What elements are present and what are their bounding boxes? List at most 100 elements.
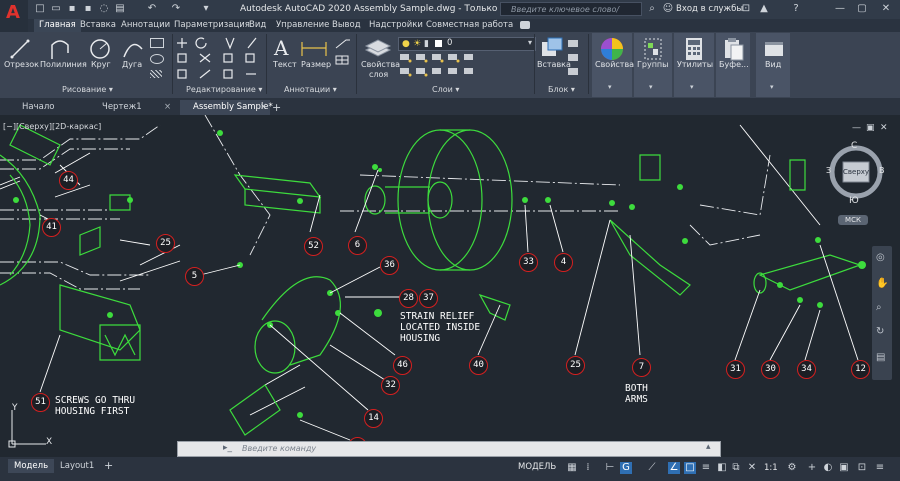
view-button[interactable]: Вид ▾ [756,33,790,97]
undo-icon[interactable]: ↶ [146,3,158,15]
open-file-icon[interactable]: ▭ [50,3,62,15]
autodesk-icon[interactable]: ▲ [758,3,770,15]
save-icon[interactable]: ▪ [66,3,78,15]
tab-drawing1[interactable]: Чертеж1 × [102,100,172,115]
selection-cycling-icon[interactable]: ⧉ [730,462,742,474]
close-icon[interactable]: × [260,100,267,115]
viewcube-north[interactable]: С [851,141,857,151]
model-tab[interactable]: Модель [8,459,55,473]
properties-button[interactable]: Свойства ▾ [592,33,634,97]
clipboard-button[interactable]: Буфе... [716,33,750,97]
minimize-icon[interactable]: — [834,3,846,15]
snap-icon[interactable]: ⁞ [582,462,594,474]
polar-tracking-icon[interactable]: G [620,462,632,474]
orbit-icon[interactable]: ↻ [876,326,884,337]
close-icon[interactable]: × [164,100,171,115]
isodraft-icon[interactable]: ⟋ [646,462,658,474]
annotate-panel-title[interactable]: Аннотации ▾ [284,85,337,94]
tab-addins[interactable]: Надстройки [369,20,423,30]
circle-button[interactable]: Круг [91,60,111,69]
steering-wheel-icon[interactable]: ◎ [876,252,885,263]
maximize-icon[interactable]: ▢ [856,3,868,15]
customize-icon[interactable]: ▾ [200,3,212,15]
help-icon[interactable]: ? [790,3,802,15]
viewport-controls[interactable]: [−][Сверху][2D-каркас] [3,122,101,131]
toggle-ribbon-icon[interactable] [520,21,530,29]
tab-annotate[interactable]: Аннотации [121,20,170,30]
modify-panel-title[interactable]: Редактирование ▾ [186,85,262,94]
text-icon[interactable]: A [274,36,288,60]
layer-properties-button[interactable]: Свойства [361,60,400,69]
ortho-icon[interactable]: ⊢ [604,462,616,474]
hardware-acceleration-icon[interactable]: ▣ [838,462,850,474]
save-as-icon[interactable]: ▪ [82,3,94,15]
redo-icon[interactable]: ↷ [170,3,182,15]
app-menu-button[interactable]: A [0,0,28,32]
tab-collaborate[interactable]: Совместная работа [426,20,513,30]
new-file-icon[interactable]: □ [34,3,46,15]
layer-properties-icon[interactable] [364,36,392,58]
dimension-icon[interactable] [300,38,328,58]
close-icon[interactable]: ✕ [880,3,892,15]
new-tab-button[interactable]: + [272,100,284,115]
command-input[interactable]: ▸_ Введите команду [177,441,721,457]
groups-button[interactable]: Группы ▾ [634,33,672,97]
object-snap-tracking-icon[interactable]: ∠ [668,462,680,474]
viewport-minimize-icon[interactable]: — [852,123,861,133]
annotation-scale[interactable]: 1:1 [764,463,778,473]
lineweight-icon[interactable]: ≡ [700,462,712,474]
tab-home[interactable]: Главная [34,19,81,32]
viewcube-south[interactable]: Ю [849,196,859,206]
transparency-icon[interactable]: ◧ [716,462,728,474]
hatch-icon[interactable] [150,70,162,78]
customize-icon[interactable]: ≡ [874,462,886,474]
ucs-menu-button[interactable]: МСК [838,215,868,225]
tab-start[interactable]: Начало [20,100,90,115]
layers-panel-title[interactable]: Слои ▾ [432,85,459,94]
grid-icon[interactable]: ▦ [566,462,578,474]
tab-manage[interactable]: Управление [276,20,329,30]
search-input[interactable]: Введите ключевое слово/фразу [500,2,642,28]
dimension-button[interactable]: Размер [301,60,331,69]
workspace-icon[interactable]: ⚙ [786,462,798,474]
viewcube-top-face[interactable]: Сверху [843,168,869,176]
viewcube-east[interactable]: В [879,166,885,175]
plot-icon[interactable]: ▤ [114,3,126,15]
command-history-icon[interactable]: ▴ [706,442,711,452]
annotation-visibility-icon[interactable]: ✕ [746,462,758,474]
cart-icon[interactable]: ⊡ [740,3,752,15]
tab-parametric[interactable]: Параметризация [174,20,250,30]
text-button[interactable]: Текст [273,60,297,69]
search-go-icon[interactable]: ⌕ [646,3,658,15]
layer-dropdown[interactable]: ● ☀ ▮ 0 ▾ [398,37,536,51]
viewcube-west[interactable]: З [826,166,831,175]
zoom-icon[interactable]: ⌕ [876,302,882,313]
draw-panel-title[interactable]: Рисование ▾ [62,85,113,94]
model-space-button[interactable]: МОДЕЛЬ [512,460,562,474]
tab-insert[interactable]: Вставка [80,20,116,30]
line-button[interactable]: Отрезок [4,60,39,69]
ellipse-icon[interactable] [150,54,164,64]
tab-view[interactable]: Вид [249,20,266,30]
pan-icon[interactable]: ✋ [876,278,888,289]
utilities-button[interactable]: Утилиты ▾ [674,33,714,97]
clean-screen-icon[interactable]: ⊡ [856,462,868,474]
polyline-button[interactable]: Полилиния [40,60,87,69]
signin-button[interactable]: Вход в службы [676,4,743,14]
viewport-close-icon[interactable]: ✕ [880,123,888,133]
user-icon[interactable]: ☺ [662,3,674,15]
add-layout-button[interactable]: + [98,459,119,473]
viewport-restore-icon[interactable]: ▣ [866,123,875,133]
object-snap-icon[interactable]: □ [684,462,696,474]
layout1-tab[interactable]: Layout1 [54,459,100,473]
arc-button[interactable]: Дуга [122,60,142,69]
isolate-icon[interactable]: ◐ [822,462,834,474]
block-panel-title[interactable]: Блок ▾ [548,85,575,94]
insert-block-icon[interactable] [540,36,564,58]
tab-output[interactable]: Вывод [332,20,361,30]
rectangle-icon[interactable] [150,38,164,48]
web-icon[interactable]: ◌ [98,3,110,15]
showmotion-icon[interactable]: ▤ [876,352,885,363]
tab-assembly-sample[interactable]: Assembly Sample* × [180,100,273,115]
plus-icon[interactable]: + [806,462,818,474]
